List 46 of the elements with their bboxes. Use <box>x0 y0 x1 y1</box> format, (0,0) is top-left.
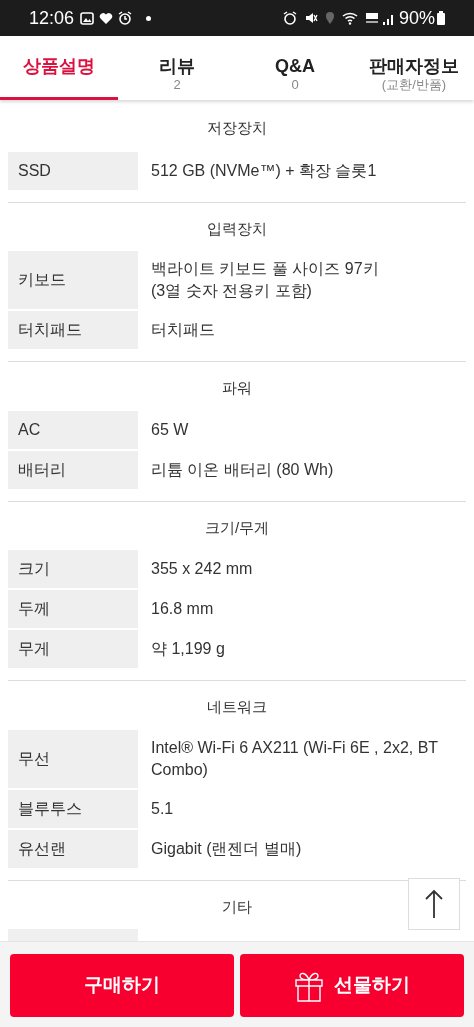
section-title: 네트워크 <box>207 698 267 715</box>
image-icon <box>80 11 95 25</box>
location-icon <box>324 11 335 25</box>
status-time: 12:06 <box>29 6 75 30</box>
table-cell: SSD <box>8 151 138 190</box>
scroll-top-button[interactable] <box>408 878 460 930</box>
heart-icon <box>99 11 114 25</box>
table-cell-text: 백라이트 키보드 풀 사이즈 97키 (3열 숫자 전용키 포함) <box>150 259 380 301</box>
table-cell: 두께 <box>8 590 138 628</box>
tab[interactable]: 리뷰 2 <box>118 36 236 100</box>
section-title: 파워 <box>222 379 252 396</box>
table-cell-text: 355 x 242 mm <box>150 559 254 579</box>
mute-icon <box>303 11 318 25</box>
alarm-icon <box>118 11 133 25</box>
table-cell: 배터리 <box>8 450 138 489</box>
gift-button[interactable]: 선물하기 <box>240 954 464 1017</box>
table-cell: 유선랜 <box>8 829 138 868</box>
table-cell: 블루투스 <box>8 789 138 828</box>
alarm-icon <box>282 11 297 25</box>
buy-button[interactable]: 구매하기 <box>10 954 234 1017</box>
table-cell-text: 16.8 mm <box>150 599 215 619</box>
table-cell-text: 65 W <box>150 419 190 440</box>
battery-level: 90% <box>398 6 435 30</box>
table-cell-text: 512 GB (NVMe™) + 확장 슬롯1 <box>150 160 378 181</box>
table-cell-text: Intel® Wi-Fi 6 AX211 (Wi-Fi 6E , 2x2, BT Combo) <box>150 737 439 780</box>
table-cell: 크기 <box>8 550 138 588</box>
section-title: 저장장치 <box>207 119 267 136</box>
table-cell-text: 리튬 이온 배터리 (80 Wh) <box>150 459 335 480</box>
battery-icon <box>437 11 445 25</box>
table-cell-text: Gigabit (랜젠더 별매) <box>150 838 303 859</box>
table-cell-text: 터치패드 <box>150 320 216 340</box>
table-cell: AC <box>8 410 138 449</box>
tab[interactable]: 상품설명 <box>0 36 118 100</box>
table-cell: 키보드 <box>8 251 138 309</box>
table-cell: 터치패드 <box>8 311 138 349</box>
table-cell-text: 5.1 <box>150 798 175 819</box>
table-cell: 무게 <box>8 630 138 668</box>
table-cell-text: 약 1,199 g <box>150 639 226 659</box>
tab[interactable]: Q&A 0 <box>236 36 354 100</box>
wifi-icon <box>341 11 360 25</box>
section-title: 기타 <box>222 897 252 915</box>
tab[interactable]: 판매자정보 (교환/반품) <box>354 36 474 100</box>
arrow-up-icon <box>424 889 444 919</box>
section-title: 입력장치 <box>207 219 267 237</box>
table-cell: 무선 <box>8 729 138 788</box>
section-title: 크기/무게 <box>204 518 270 536</box>
